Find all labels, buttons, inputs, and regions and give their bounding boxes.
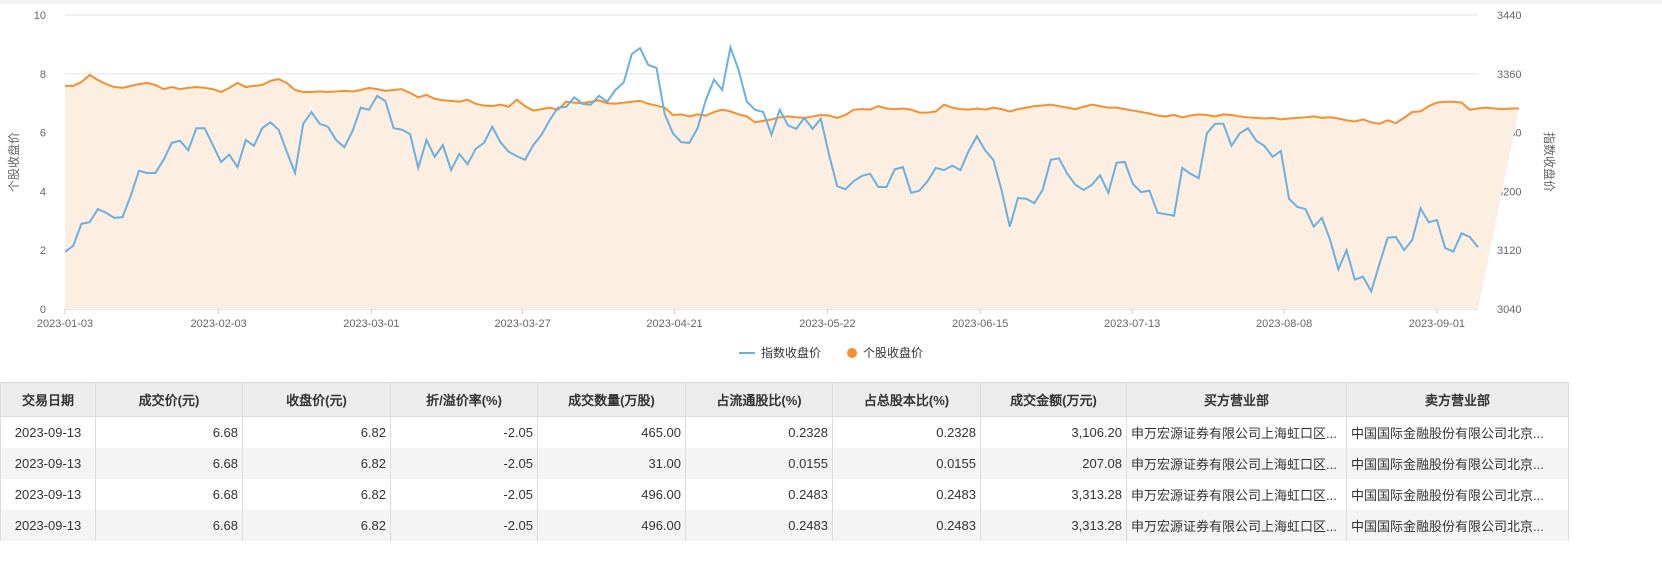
- column-header[interactable]: 收盘价(元): [242, 382, 391, 417]
- table-cell: 3,313.28: [980, 510, 1127, 541]
- left-axis-title: 个股收盘价: [6, 132, 21, 192]
- column-header[interactable]: 买方营业部: [1126, 382, 1347, 417]
- x-tick-label: 2023-06-15: [952, 318, 1008, 330]
- table-cell: 465.00: [537, 416, 686, 448]
- left-tick-label: 2: [40, 245, 46, 257]
- table-cell: 0.2483: [685, 510, 833, 541]
- table-cell: 496.00: [537, 510, 686, 541]
- table-cell: 2023-09-13: [0, 448, 96, 479]
- table-cell: 中国国际金融股份有限公司北京...: [1346, 479, 1569, 510]
- x-tick-label: 2023-07-13: [1104, 318, 1160, 330]
- table-cell: 6.68: [95, 416, 243, 448]
- stock-close-area: [65, 74, 1520, 309]
- x-tick-label: 2023-04-21: [646, 318, 702, 330]
- right-tick-label: 3040: [1497, 304, 1521, 316]
- table-cell: 0.2483: [685, 479, 833, 510]
- table-cell: 6.68: [95, 510, 243, 541]
- table-header-row: 交易日期 成交价(元) 收盘价(元) 折/溢价率(%) 成交数量(万股) 占流通股比(%)…: [0, 382, 1569, 417]
- column-header[interactable]: 折/溢价率(%): [390, 382, 538, 417]
- column-header[interactable]: 占流通股比(%): [685, 382, 833, 417]
- x-tick-label: 2023-02-03: [190, 318, 246, 330]
- table-cell: 0.2328: [832, 416, 981, 448]
- table-cell: 0.2483: [832, 479, 981, 510]
- x-tick-label: 2023-05-22: [799, 318, 855, 330]
- table-cell: 申万宏源证券有限公司上海虹口区...: [1126, 479, 1347, 510]
- table-cell: 0.0155: [832, 448, 981, 479]
- table-cell: 2023-09-13: [0, 510, 96, 541]
- table-cell: -2.05: [390, 416, 538, 448]
- table-cell: -2.05: [390, 479, 538, 510]
- column-header[interactable]: 交易日期: [0, 382, 96, 417]
- table-cell: 0.2483: [832, 510, 981, 541]
- table-cell: -2.05: [390, 510, 538, 541]
- x-tick-label: 2023-03-27: [494, 318, 550, 330]
- table-cell: 申万宏源证券有限公司上海虹口区...: [1126, 416, 1347, 448]
- right-tick-label: 3360: [1497, 69, 1521, 81]
- table-cell: 3,313.28: [980, 479, 1127, 510]
- table-cell: 申万宏源证券有限公司上海虹口区...: [1126, 448, 1347, 479]
- legend-label: 指数收盘价: [760, 346, 821, 360]
- table-cell: 申万宏源证券有限公司上海虹口区...: [1126, 510, 1347, 541]
- table-cell: 6.82: [242, 510, 391, 541]
- legend-index-close[interactable]: 指数收盘价: [738, 344, 821, 361]
- column-header[interactable]: 成交金额(万元): [980, 382, 1127, 417]
- table-row[interactable]: 2023-09-13 6.68 6.82 -2.05 496.00 0.2483 0.248…: [0, 479, 1569, 510]
- x-tick-label: 2023-01-03: [37, 318, 93, 330]
- column-header[interactable]: 占总股本比(%): [832, 382, 981, 417]
- table-cell: 31.00: [537, 448, 686, 479]
- legend-label: 个股收盘价: [863, 346, 924, 360]
- table-cell: -2.05: [390, 448, 538, 479]
- price-chart: 03040231204320063280833601034402023-01-0…: [6, 10, 1557, 330]
- table-cell: 中国国际金融股份有限公司北京...: [1346, 510, 1569, 541]
- table-cell: 中国国际金融股份有限公司北京...: [1346, 448, 1569, 479]
- table-cell: 496.00: [537, 479, 686, 510]
- right-axis-title: 指数收盘价: [1542, 132, 1557, 192]
- line-swatch-icon: [738, 351, 755, 354]
- table-cell: 2023-09-13: [0, 479, 96, 510]
- x-tick-label: 2023-09-01: [1409, 318, 1465, 330]
- column-header[interactable]: 卖方营业部: [1346, 382, 1569, 417]
- table-cell: 6.68: [95, 448, 243, 479]
- right-tick-label: 3120: [1497, 245, 1521, 257]
- x-tick-label: 2023-03-01: [343, 318, 399, 330]
- block-trade-table: 交易日期 成交价(元) 收盘价(元) 折/溢价率(%) 成交数量(万股) 占流通股比(%)…: [0, 382, 1569, 541]
- x-tick-label: 2023-08-08: [1256, 318, 1312, 330]
- left-tick-label: 6: [40, 128, 46, 140]
- table-cell: 3,106.20: [980, 416, 1127, 448]
- left-tick-label: 8: [40, 69, 46, 81]
- table-cell: 207.08: [980, 448, 1127, 479]
- table-cell: 6.82: [242, 448, 391, 479]
- chart-legend: 指数收盘价 个股收盘价: [0, 344, 1662, 361]
- table-cell: 6.68: [95, 479, 243, 510]
- column-header[interactable]: 成交价(元): [95, 382, 243, 417]
- dot-swatch-icon: [847, 347, 857, 358]
- table-cell: 2023-09-13: [0, 416, 96, 448]
- table-row[interactable]: 2023-09-13 6.68 6.82 -2.05 31.00 0.0155 0.0155…: [0, 448, 1569, 479]
- left-tick-label: 10: [34, 10, 46, 22]
- table-row[interactable]: 2023-09-13 6.68 6.82 -2.05 496.00 0.2483 0.248…: [0, 510, 1569, 541]
- legend-stock-close[interactable]: 个股收盘价: [847, 344, 923, 361]
- column-header[interactable]: 成交数量(万股): [537, 382, 686, 417]
- left-tick-label: 4: [40, 186, 46, 198]
- table-cell: 0.0155: [685, 448, 833, 479]
- table-cell: 0.2328: [685, 416, 833, 448]
- right-tick-label: 3440: [1497, 10, 1521, 22]
- left-tick-label: 0: [40, 304, 46, 316]
- table-cell: 6.82: [242, 479, 391, 510]
- table-row[interactable]: 2023-09-13 6.68 6.82 -2.05 465.00 0.2328 0.232…: [0, 416, 1569, 448]
- table-cell: 中国国际金融股份有限公司北京...: [1346, 416, 1569, 448]
- table-cell: 6.82: [242, 416, 391, 448]
